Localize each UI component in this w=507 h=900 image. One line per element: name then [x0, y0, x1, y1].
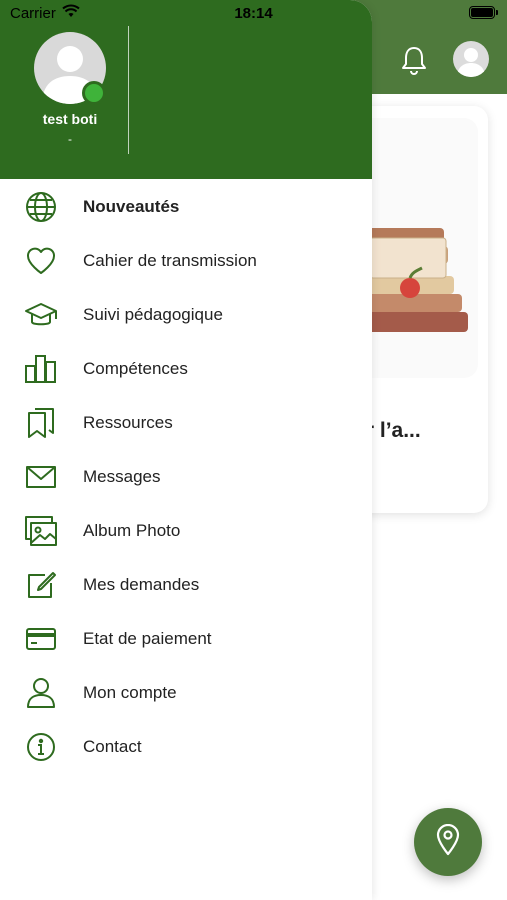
battery-icon [469, 6, 498, 19]
menu-item-label: Album Photo [83, 521, 181, 540]
menu-item-label: Cahier de transmission [83, 251, 257, 270]
navigation-drawer: test boti - Nouveautés Cahier de transmi… [0, 0, 372, 900]
menu-item-mes-demandes[interactable]: Mes demandes [0, 558, 372, 612]
menu-item-label: Compétences [83, 359, 188, 378]
bookmarks-icon [24, 407, 58, 439]
menu-item-label: Ressources [83, 413, 173, 432]
status-bar: Carrier 18:14 [0, 0, 507, 28]
menu-item-label: Suivi pédagogique [83, 305, 223, 324]
clock: 18:14 [234, 5, 273, 22]
info-icon [24, 731, 58, 763]
menu-item-label: Nouveautés [83, 197, 180, 216]
menu-item-label: Messages [83, 467, 161, 486]
menu-item-label: Mon compte [83, 683, 177, 702]
menu-item-label: Etat de paiement [83, 629, 212, 648]
menu-item-suivi-pedagogique[interactable]: Suivi pédagogique [0, 288, 372, 342]
menu-item-messages[interactable]: Messages [0, 450, 372, 504]
bar-chart-icon [24, 353, 58, 385]
menu-item-mon-compte[interactable]: Mon compte [0, 666, 372, 720]
menu-item-contact[interactable]: Contact [0, 720, 372, 774]
menu-item-competences[interactable]: Compétences [0, 342, 372, 396]
user-name: test boti [42, 111, 98, 127]
menu-item-cahier-de-transmission[interactable]: Cahier de transmission [0, 234, 372, 288]
credit-card-icon [24, 623, 58, 655]
envelope-icon [24, 461, 58, 493]
globe-icon [24, 191, 58, 223]
menu-item-etat-de-paiement[interactable]: Etat de paiement [0, 612, 372, 666]
online-status-indicator [82, 81, 106, 105]
menu-item-label: Mes demandes [83, 575, 200, 594]
user-icon [24, 677, 58, 709]
photo-album-icon [24, 515, 58, 547]
menu-item-album-photo[interactable]: Album Photo [0, 504, 372, 558]
graduation-cap-icon [24, 299, 58, 331]
edit-icon [24, 569, 58, 601]
location-button[interactable] [414, 808, 482, 876]
user-subtitle: - [68, 132, 72, 146]
heart-icon [24, 245, 58, 277]
menu-item-ressources[interactable]: Ressources [0, 396, 372, 450]
header-avatar[interactable] [453, 41, 489, 77]
menu-item-nouveautes[interactable]: Nouveautés [0, 180, 372, 234]
menu-item-label: Contact [83, 737, 142, 756]
map-pin-icon [435, 823, 461, 861]
bell-icon[interactable] [400, 45, 428, 80]
header-divider [128, 26, 129, 154]
